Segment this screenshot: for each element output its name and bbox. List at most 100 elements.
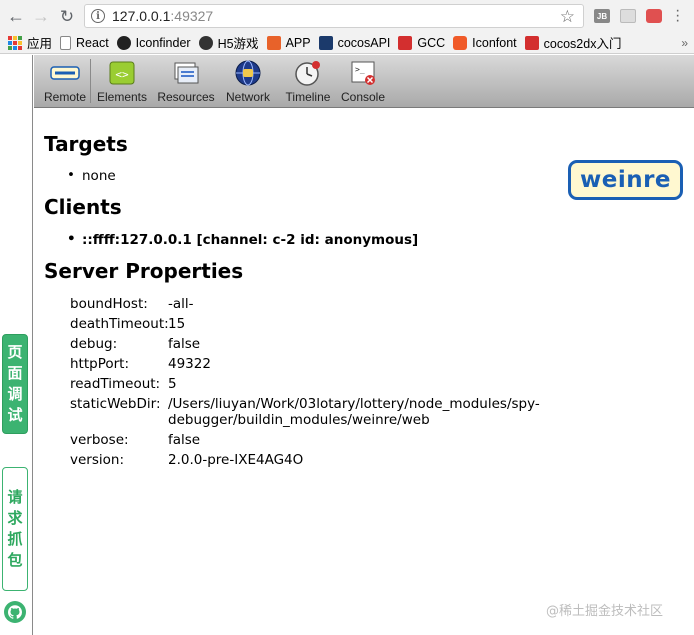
bookmark-label: Iconfont	[472, 35, 517, 50]
iconfont-icon	[453, 35, 468, 50]
property-value: 15	[168, 316, 186, 332]
property-key: staticWebDir:	[70, 396, 161, 412]
watermark: @稀土掘金技术社区	[546, 604, 664, 619]
side-debug-panel: 页 面 调 试 请 求 抓 包	[0, 55, 33, 635]
bookmark-star-icon[interactable]: ☆	[560, 7, 575, 27]
property-key: verbose:	[70, 432, 129, 448]
tab-resources-label: Resources	[157, 90, 215, 104]
bookmark-react[interactable]: React	[60, 35, 109, 50]
property-value: false	[168, 336, 201, 352]
request-capture-char: 包	[7, 551, 23, 569]
toolbar-divider	[90, 59, 91, 103]
bookmark-apps[interactable]: 应用	[8, 33, 52, 52]
property-key: deathTimeout:	[70, 316, 169, 332]
extension-red-icon[interactable]	[646, 9, 662, 23]
request-capture-char: 请	[7, 488, 23, 506]
bookmark-label: GCC	[417, 35, 446, 50]
request-capture-char: 抓	[7, 530, 23, 548]
bookmark-cocos2dx[interactable]: cocos2dx入门	[524, 33, 622, 52]
info-icon[interactable]: i	[91, 9, 105, 23]
property-row: verbose: false	[70, 432, 548, 448]
svg-text:<>: <>	[115, 68, 129, 81]
url-port: :49327	[170, 8, 214, 24]
page-icon	[60, 35, 72, 50]
bookmark-iconfinder[interactable]: Iconfinder	[116, 35, 191, 50]
url-host: 127.0.0.1	[112, 8, 171, 24]
tab-timeline-label: Timeline	[285, 90, 331, 104]
property-value: 2.0.0-pre-IXE4AG4O	[168, 452, 304, 468]
main-content: Targets none weinre Clients ::ffff:127.0…	[34, 109, 694, 635]
clients-heading: Clients	[44, 195, 122, 219]
gcc-icon	[398, 35, 413, 50]
timeline-clock-icon	[293, 58, 323, 88]
property-row: boundHost: -all-	[70, 296, 548, 312]
cocos-api-icon	[318, 35, 333, 50]
apps-grid-icon	[8, 35, 22, 50]
bookmark-label: cocosAPI	[337, 35, 391, 50]
property-row: deathTimeout: 15	[70, 316, 548, 332]
extension-jb-icon[interactable]: JB	[594, 9, 610, 23]
bookmark-cocosapi[interactable]: cocosAPI	[318, 35, 391, 50]
page-debug-char: 调	[7, 385, 23, 403]
bookmark-label: cocos2dx入门	[543, 37, 622, 51]
bookmark-label: React	[76, 35, 109, 50]
weinre-toolbar: Remote <> Elements Resources Network Tim…	[34, 55, 694, 108]
bookmark-label: Iconfinder	[135, 35, 191, 50]
elements-icon: <>	[107, 58, 137, 88]
bookmarks-overflow-icon[interactable]: »	[681, 36, 688, 50]
request-capture-button[interactable]: 请 求 抓 包	[2, 467, 28, 591]
console-icon: >_	[348, 58, 378, 88]
bookmark-label: APP	[285, 35, 311, 50]
page-debug-button[interactable]: 页 面 调 试	[2, 334, 28, 434]
server-properties-table: boundHost: -all- deathTimeout: 15 debug:…	[70, 296, 548, 472]
weinre-logo: weinre	[568, 160, 683, 200]
cocos2dx-icon	[524, 35, 539, 50]
property-key: boundHost:	[70, 296, 148, 312]
weinre-logo-icon	[50, 58, 80, 88]
bookmark-h5[interactable]: H5游戏	[198, 33, 259, 52]
tab-remote[interactable]: Remote	[42, 58, 88, 106]
client-list-item[interactable]: ::ffff:127.0.0.1 [channel: c-2 id: anony…	[67, 231, 418, 248]
forward-arrow-icon[interactable]: →	[31, 6, 51, 26]
property-key: version:	[70, 452, 124, 468]
menu-dots-icon[interactable]: · · ·	[675, 3, 680, 29]
server-properties-heading: Server Properties	[44, 259, 244, 283]
targets-heading: Targets	[44, 132, 128, 156]
tab-network[interactable]: Network	[223, 58, 273, 106]
tab-console-label: Console	[340, 90, 386, 104]
request-capture-char: 求	[7, 509, 23, 527]
back-arrow-icon[interactable]: ←	[6, 6, 26, 26]
bookmark-label: 应用	[27, 37, 53, 51]
bookmarks-bar: 应用 React Iconfinder H5游戏 APP cocosAPI GC…	[0, 32, 694, 54]
github-icon[interactable]	[3, 600, 27, 624]
property-value: false	[168, 432, 201, 448]
property-value: 49322	[168, 356, 211, 372]
page-debug-char: 页	[7, 343, 23, 361]
tab-network-label: Network	[225, 90, 270, 104]
target-list-item: none	[67, 167, 116, 184]
iconfinder-icon	[116, 35, 131, 50]
network-globe-icon	[233, 58, 263, 88]
property-row: httpPort: 49322	[70, 356, 548, 372]
bookmark-iconfont[interactable]: Iconfont	[453, 35, 517, 50]
property-key: readTimeout:	[70, 376, 161, 392]
tab-resources[interactable]: Resources	[156, 58, 216, 106]
address-bar[interactable]: i 127.0.0.1:49327 ☆	[84, 4, 584, 28]
bookmark-app[interactable]: APP	[266, 35, 311, 50]
property-value: /Users/liuyan/Work/03lotary/lottery/node…	[168, 396, 540, 428]
tab-timeline[interactable]: Timeline	[282, 58, 334, 106]
property-row: readTimeout: 5	[70, 376, 548, 392]
reload-icon[interactable]: ↻	[57, 6, 77, 26]
tab-console[interactable]: >_ Console	[340, 58, 386, 106]
property-row: debug: false	[70, 336, 548, 352]
tab-remote-label: Remote	[43, 90, 87, 104]
extension-grid-icon[interactable]	[620, 9, 636, 23]
svg-text:>_: >_	[355, 65, 365, 74]
app-icon	[266, 35, 281, 50]
page-debug-char: 试	[7, 406, 23, 424]
bookmark-label: H5游戏	[217, 37, 259, 51]
property-key: httpPort:	[70, 356, 130, 372]
bookmark-gcc[interactable]: GCC	[398, 35, 446, 50]
resources-icon	[171, 58, 201, 88]
tab-elements[interactable]: <> Elements	[95, 58, 149, 106]
